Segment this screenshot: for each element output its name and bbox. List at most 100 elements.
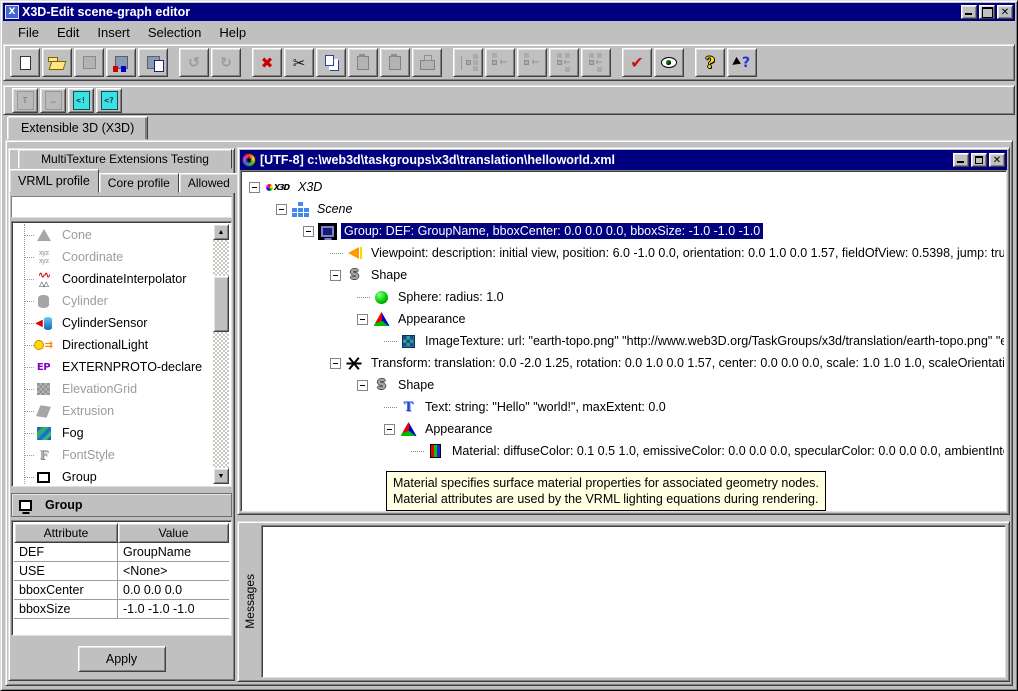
- mdi-minimize-button[interactable]: [953, 153, 969, 167]
- tree-node-shape[interactable]: Shape: [243, 264, 1004, 286]
- tree-node-imagetexture[interactable]: ImageTexture: url: "earth-topo.png" "htt…: [243, 330, 1004, 352]
- node-item-coordinate[interactable]: Coordinate: [14, 246, 229, 268]
- profile-tab-allowed[interactable]: Allowed: [179, 173, 239, 193]
- attribute-name-cell: bboxCenter: [14, 581, 118, 600]
- tree-node-group[interactable]: Group: DEF: GroupName, bboxCenter: 0.0 0…: [243, 220, 1004, 242]
- tree-node-shape[interactable]: Shape: [243, 374, 1004, 396]
- scene-graph-title-bar: ✱ [UTF-8] c:\web3d\taskgroups\x3d\transl…: [240, 150, 1007, 170]
- delete-button[interactable]: [252, 48, 282, 77]
- tab-multitexture-extensions[interactable]: MultiTexture Extensions Testing: [18, 149, 232, 169]
- attribute-value-cell[interactable]: <None>: [118, 562, 229, 581]
- save-copy-button[interactable]: [138, 48, 168, 77]
- scroll-down-icon[interactable]: ▼: [213, 468, 229, 484]
- profile-tab-vrml[interactable]: VRML profile: [9, 169, 99, 193]
- menu-selection[interactable]: Selection: [139, 23, 210, 42]
- preview-button[interactable]: [654, 48, 684, 77]
- node-item-label: CylinderSensor: [62, 316, 147, 330]
- node-item-fog[interactable]: Fog: [14, 422, 229, 444]
- maximize-button[interactable]: [979, 5, 995, 19]
- node-item-cylindersensor[interactable]: CylinderSensor: [14, 312, 229, 334]
- messages-tab[interactable]: Messages: [240, 524, 260, 679]
- context-help-button[interactable]: [727, 48, 757, 77]
- add-child-node-button[interactable]: [549, 48, 579, 77]
- scrollbar-thumb[interactable]: [213, 276, 229, 332]
- open-folder-icon: [46, 53, 68, 73]
- node-item-group[interactable]: Group: [14, 466, 229, 484]
- node-item-elevationgrid[interactable]: ElevationGrid: [14, 378, 229, 400]
- close-button[interactable]: [997, 5, 1013, 19]
- new-button[interactable]: [10, 48, 40, 77]
- attribute-row[interactable]: USE<None>: [14, 562, 229, 581]
- expand-tree-button[interactable]: [453, 48, 483, 77]
- node-filter-input[interactable]: [12, 197, 231, 217]
- tree-node-appearance[interactable]: Appearance: [243, 418, 1004, 440]
- paste-briefcase-button[interactable]: [412, 48, 442, 77]
- menu-insert[interactable]: Insert: [88, 23, 139, 42]
- tab-extensible-3d[interactable]: Extensible 3D (X3D): [7, 116, 148, 140]
- profile-tab-row: VRML profileCore profileAllowed: [9, 169, 234, 193]
- demote-node-button[interactable]: [517, 48, 547, 77]
- node-item-directionallight[interactable]: DirectionalLight: [14, 334, 229, 356]
- collapse-expander-icon[interactable]: [303, 226, 314, 237]
- node-item-externproto[interactable]: EXTERNPROTO-declare: [14, 356, 229, 378]
- attribute-row[interactable]: DEFGroupName: [14, 543, 229, 562]
- attribute-value-cell[interactable]: 0.0 0.0 0.0: [118, 581, 229, 600]
- text-node-button[interactable]: T: [12, 88, 38, 113]
- column-header-attribute[interactable]: Attribute: [14, 523, 118, 543]
- collapse-expander-icon[interactable]: [384, 424, 395, 435]
- scroll-up-icon[interactable]: ▲: [213, 224, 229, 240]
- copy-button[interactable]: [316, 48, 346, 77]
- comment-node-button[interactable]: …: [40, 88, 66, 113]
- attribute-row[interactable]: bboxCenter0.0 0.0 0.0: [14, 581, 229, 600]
- tree-node-transform[interactable]: Transform: translation: 0.0 -2.0 1.25, r…: [243, 352, 1004, 374]
- pi-node-button[interactable]: <?: [96, 88, 122, 113]
- promote-node-button[interactable]: [485, 48, 515, 77]
- save-button[interactable]: [74, 48, 104, 77]
- paste-special-button[interactable]: [380, 48, 410, 77]
- extrusion-icon: [34, 403, 53, 420]
- collapse-expander-icon[interactable]: [276, 204, 287, 215]
- node-item-cone[interactable]: Cone: [14, 224, 229, 246]
- open-button[interactable]: [42, 48, 72, 77]
- mdi-restore-button[interactable]: [971, 153, 987, 167]
- tree-node-text[interactable]: Text: string: "Hello" "world!", maxExten…: [243, 396, 1004, 418]
- attribute-value-cell[interactable]: -1.0 -1.0 -1.0: [118, 600, 229, 619]
- validate-button[interactable]: [622, 48, 652, 77]
- menu-edit[interactable]: Edit: [48, 23, 88, 42]
- node-item-cylinder[interactable]: Cylinder: [14, 290, 229, 312]
- tree-node-sphere[interactable]: Sphere: radius: 1.0: [243, 286, 1004, 308]
- mdi-close-button[interactable]: [989, 153, 1005, 167]
- collapse-expander-icon[interactable]: [249, 182, 260, 193]
- tree-node-appearance[interactable]: Appearance: [243, 308, 1004, 330]
- apply-button[interactable]: Apply: [78, 646, 166, 672]
- help-button[interactable]: [695, 48, 725, 77]
- attribute-row[interactable]: bboxSize-1.0 -1.0 -1.0: [14, 600, 229, 619]
- add-sibling-node-button[interactable]: [581, 48, 611, 77]
- fog-icon: [34, 425, 53, 442]
- collapse-expander-icon[interactable]: [357, 380, 368, 391]
- column-header-value[interactable]: Value: [118, 523, 229, 543]
- menu-file[interactable]: File: [9, 23, 48, 42]
- cut-button[interactable]: [284, 48, 314, 77]
- tree-node-material[interactable]: Material: diffuseColor: 0.1 0.5 1.0, emi…: [243, 440, 1004, 462]
- node-item-coordinateinterpolator[interactable]: CoordinateInterpolator: [14, 268, 229, 290]
- collapse-expander-icon[interactable]: [330, 270, 341, 281]
- undo-button[interactable]: [179, 48, 209, 77]
- node-list-scrollbar[interactable]: ▲ ▼: [213, 224, 229, 484]
- node-item-fontstyle[interactable]: FontStyle: [14, 444, 229, 466]
- node-item-extrusion[interactable]: Extrusion: [14, 400, 229, 422]
- tree-node-x3d[interactable]: X3D: [243, 176, 1004, 198]
- tree-node-viewpoint[interactable]: Viewpoint: description: initial view, po…: [243, 242, 1004, 264]
- paste-button[interactable]: [348, 48, 378, 77]
- attribute-value-cell[interactable]: GroupName: [118, 543, 229, 562]
- doctype-node-button[interactable]: <!: [68, 88, 94, 113]
- tree-node-scene[interactable]: Scene: [243, 198, 1004, 220]
- profile-tab-core[interactable]: Core profile: [99, 173, 179, 193]
- collapse-expander-icon[interactable]: [357, 314, 368, 325]
- collapse-expander-icon[interactable]: [330, 358, 341, 369]
- redo-button[interactable]: [211, 48, 241, 77]
- messages-output[interactable]: [261, 525, 1006, 678]
- save-as-button[interactable]: [106, 48, 136, 77]
- minimize-button[interactable]: [961, 5, 977, 19]
- menu-help[interactable]: Help: [210, 23, 255, 42]
